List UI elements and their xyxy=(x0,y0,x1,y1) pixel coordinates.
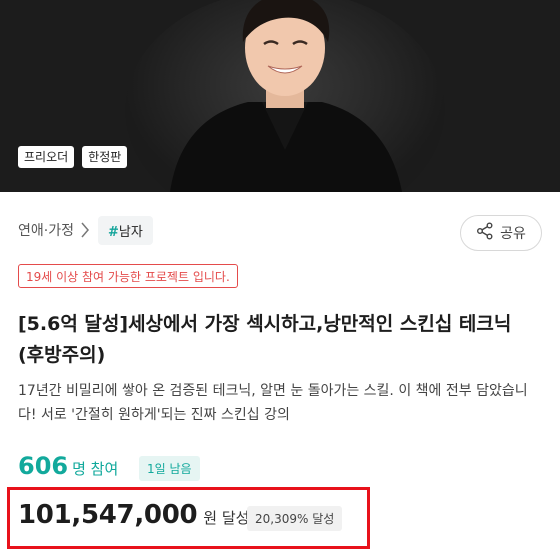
tag-label: 남자 xyxy=(118,224,143,240)
funding-unit: 원 달성 xyxy=(203,509,250,527)
tag-chip[interactable]: #남자 xyxy=(97,215,153,245)
participant-unit: 명 참여 xyxy=(72,460,119,478)
preorder-badge: 프리오더 xyxy=(18,146,75,168)
project-title: [5.6억 달성]세상에서 가장 섹시하고,낭만적인 스킨십 테크닉 (후방주의… xyxy=(18,313,512,366)
participant-count: 606 xyxy=(18,452,69,480)
share-button[interactable]: 공유 xyxy=(460,215,542,251)
days-left-badge: 1일 남음 xyxy=(139,456,200,481)
hero-banner: 프리오더 한정판 xyxy=(0,0,560,192)
funding-amount: 101,547,000 xyxy=(18,500,198,530)
hero-badges: 프리오더 한정판 xyxy=(18,146,128,168)
share-label: 공유 xyxy=(500,226,526,242)
participants-info: 606 명 참여 xyxy=(18,452,118,482)
share-icon xyxy=(476,222,494,244)
category-link[interactable]: 연애·가정 xyxy=(18,220,74,240)
tag-hash: # xyxy=(107,224,119,240)
funding-amount-row: 101,547,000 원 달성 xyxy=(18,500,249,530)
project-description: 17년간 비밀리에 쌓아 온 검증된 테크닉, 알면 눈 돌아가는 스킬. 이 … xyxy=(18,383,528,423)
breadcrumb: 연애·가정 #남자 xyxy=(18,214,153,246)
limited-edition-badge: 한정판 xyxy=(82,146,128,168)
age-restriction-notice: 19세 이상 참여 가능한 프로젝트 입니다. xyxy=(18,264,238,288)
funding-percent-badge: 20,309% 달성 xyxy=(247,506,343,531)
chevron-right-icon xyxy=(80,222,90,238)
